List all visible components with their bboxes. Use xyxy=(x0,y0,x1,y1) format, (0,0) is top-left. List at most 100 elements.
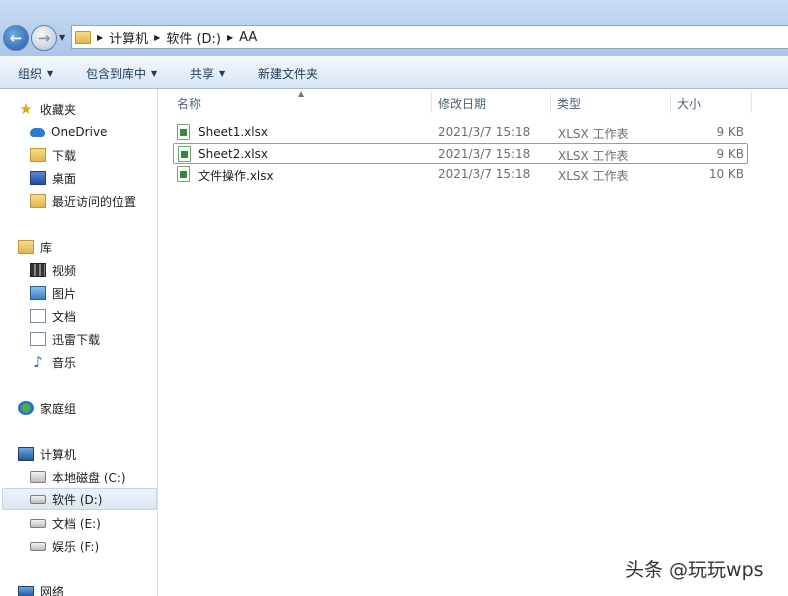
recent-places-icon xyxy=(30,194,46,208)
column-header-name[interactable]: 名称 xyxy=(177,95,201,112)
excel-file-icon xyxy=(177,166,190,182)
network-icon xyxy=(18,585,34,596)
column-header-modified[interactable]: 修改日期 xyxy=(438,95,486,112)
file-name: 文件操作.xlsx xyxy=(198,169,274,183)
nav-pictures[interactable]: 图片 xyxy=(30,282,76,304)
system-drive-icon xyxy=(30,471,46,483)
nav-drive-c[interactable]: 本地磁盘 (C:) xyxy=(30,466,126,488)
file-type: XLSX 工作表 xyxy=(558,169,629,183)
nav-music-label: 音乐 xyxy=(52,355,77,370)
nav-recent-label: 最近访问的位置 xyxy=(52,194,137,209)
nav-network-label: 网络 xyxy=(40,584,65,596)
breadcrumb-folder-aa[interactable]: AA xyxy=(239,30,257,45)
column-header-type[interactable]: 类型 xyxy=(557,95,581,112)
nav-computer[interactable]: 计算机 xyxy=(18,443,76,465)
breadcrumb-separator-icon[interactable]: ▶ xyxy=(227,33,233,42)
library-icon xyxy=(18,240,34,254)
homegroup-icon xyxy=(18,401,34,415)
file-name: Sheet1.xlsx xyxy=(198,125,268,139)
title-bar: ← → ▼ ▶ 计算机 ▶ 软件 (D:) ▶ AA xyxy=(0,0,788,56)
organize-label: 组织 xyxy=(18,67,43,81)
nav-videos[interactable]: 视频 xyxy=(30,259,76,281)
nav-favorites[interactable]: ★ 收藏夹 xyxy=(18,98,76,120)
new-folder-label: 新建文件夹 xyxy=(258,67,319,81)
nav-xunlei-downloads[interactable]: 迅雷下载 xyxy=(30,328,100,350)
nav-music[interactable]: ♪ 音乐 xyxy=(30,351,76,373)
file-size: 9 KB xyxy=(716,147,744,161)
recent-pages-dropdown-icon[interactable]: ▼ xyxy=(59,33,65,42)
excel-file-icon xyxy=(178,146,191,162)
column-divider[interactable] xyxy=(670,91,671,113)
breadcrumb-separator-icon[interactable]: ▶ xyxy=(97,33,103,42)
nav-drive-e[interactable]: 文档 (E:) xyxy=(30,512,101,534)
back-button[interactable]: ← xyxy=(3,25,29,51)
column-divider[interactable] xyxy=(431,91,432,113)
breadcrumb-separator-icon[interactable]: ▶ xyxy=(154,33,160,42)
file-modified: 2021/3/7 15:18 xyxy=(438,125,531,139)
include-in-library-label: 包含到库中 xyxy=(86,67,147,81)
nav-onedrive-label: OneDrive xyxy=(51,125,108,139)
nav-documents[interactable]: 文档 xyxy=(30,305,76,327)
music-note-icon: ♪ xyxy=(33,353,43,371)
file-list[interactable]: ▲ 名称 修改日期 类型 大小 Sheet1.xlsx 2021/3/7 15:… xyxy=(159,89,788,596)
nav-drive-f-label: 娱乐 (F:) xyxy=(52,539,100,554)
forward-arrow-icon: → xyxy=(37,29,51,47)
star-icon: ★ xyxy=(19,100,33,118)
nav-desktop[interactable]: 桌面 xyxy=(30,167,76,189)
folder-icon xyxy=(75,30,91,44)
file-row[interactable]: Sheet2.xlsx 2021/3/7 15:18 XLSX 工作表 9 KB xyxy=(173,143,748,164)
nav-onedrive[interactable]: OneDrive xyxy=(30,121,107,143)
file-row[interactable]: Sheet1.xlsx 2021/3/7 15:18 XLSX 工作表 9 KB xyxy=(173,122,748,143)
column-divider[interactable] xyxy=(751,91,752,113)
nav-libraries-label: 库 xyxy=(40,240,53,255)
desktop-icon xyxy=(30,171,46,185)
share-label: 共享 xyxy=(190,67,215,81)
breadcrumb-drive-d[interactable]: 软件 (D:) xyxy=(166,28,221,47)
chevron-down-icon: ▼ xyxy=(219,69,226,78)
forward-button[interactable]: → xyxy=(31,25,57,51)
nav-network[interactable]: 网络 xyxy=(18,580,64,596)
file-size: 10 KB xyxy=(708,167,744,181)
nav-favorites-label: 收藏夹 xyxy=(40,102,77,117)
share-button[interactable]: 共享 ▼ xyxy=(186,65,229,82)
address-bar[interactable]: ▶ 计算机 ▶ 软件 (D:) ▶ AA xyxy=(71,25,788,49)
cloud-icon xyxy=(30,127,45,137)
include-in-library-button[interactable]: 包含到库中 ▼ xyxy=(82,65,161,82)
file-name: Sheet2.xlsx xyxy=(198,147,268,161)
file-modified: 2021/3/7 15:18 xyxy=(438,147,531,161)
downloads-folder-icon xyxy=(30,148,46,162)
sort-ascending-icon: ▲ xyxy=(298,89,305,98)
nav-drive-d[interactable]: 软件 (D:) xyxy=(2,488,157,510)
watermark: 头条 @玩玩wps xyxy=(625,559,764,581)
column-header-size[interactable]: 大小 xyxy=(677,95,701,112)
nav-drive-f[interactable]: 娱乐 (F:) xyxy=(30,535,99,557)
chevron-down-icon: ▼ xyxy=(47,69,54,78)
nav-drive-e-label: 文档 (E:) xyxy=(52,516,101,531)
video-icon xyxy=(30,263,46,277)
organize-button[interactable]: 组织 ▼ xyxy=(14,65,57,82)
nav-downloads[interactable]: 下载 xyxy=(30,144,76,166)
drive-icon xyxy=(30,494,46,504)
pictures-icon xyxy=(30,286,46,300)
nav-recent-places[interactable]: 最近访问的位置 xyxy=(30,190,136,212)
new-folder-button[interactable]: 新建文件夹 xyxy=(254,65,322,82)
nav-videos-label: 视频 xyxy=(52,263,77,278)
drive-icon xyxy=(30,518,46,528)
nav-desktop-label: 桌面 xyxy=(52,171,77,186)
nav-homegroup[interactable]: 家庭组 xyxy=(18,397,76,419)
nav-documents-label: 文档 xyxy=(52,309,77,324)
navigation-pane[interactable]: ★ 收藏夹 OneDrive 下载 桌面 最近访问的位置 库 视频 图片 文档 … xyxy=(0,89,158,596)
nav-pictures-label: 图片 xyxy=(52,286,77,301)
drive-icon xyxy=(30,541,46,551)
file-row[interactable]: 文件操作.xlsx 2021/3/7 15:18 XLSX 工作表 10 KB xyxy=(173,164,748,185)
nav-downloads-label: 下载 xyxy=(52,148,77,163)
nav-xunlei-label: 迅雷下载 xyxy=(52,332,101,347)
file-type: XLSX 工作表 xyxy=(558,127,629,141)
chevron-down-icon: ▼ xyxy=(151,69,158,78)
command-bar: 组织 ▼ 包含到库中 ▼ 共享 ▼ 新建文件夹 xyxy=(0,56,788,89)
column-divider[interactable] xyxy=(550,91,551,113)
nav-drive-c-label: 本地磁盘 (C:) xyxy=(52,470,126,485)
nav-libraries[interactable]: 库 xyxy=(18,236,52,258)
breadcrumb-computer[interactable]: 计算机 xyxy=(109,28,148,47)
nav-computer-label: 计算机 xyxy=(40,447,77,462)
